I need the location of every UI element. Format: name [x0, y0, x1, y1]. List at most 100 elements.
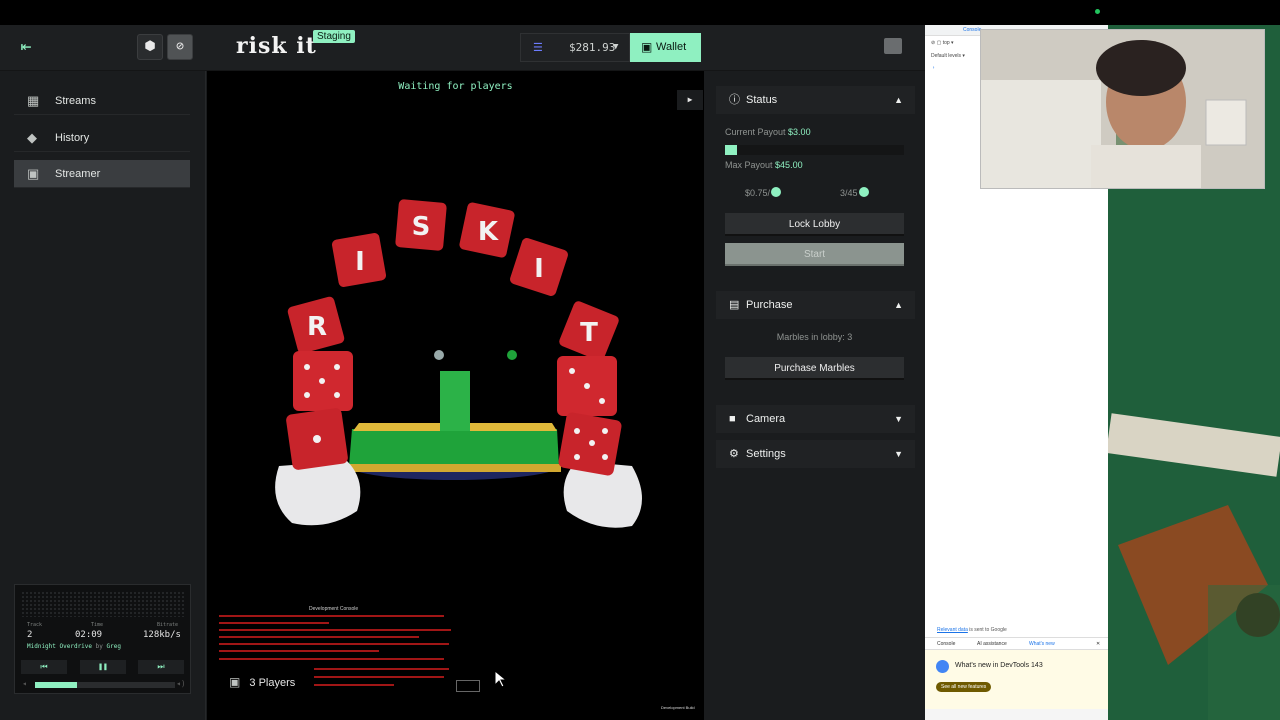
privacy-text: is sent to Google — [969, 627, 1007, 633]
banner-letter: R — [307, 312, 327, 342]
chevron-down-icon: ▼ — [613, 42, 619, 52]
app-header: ⇤ ⬢ ⊘ risk it Staging ☰ $281.93 ▼ ▣ Wall… — [0, 25, 925, 71]
banner-letter: T — [580, 318, 598, 348]
artist-name: Greg — [106, 643, 121, 650]
purchase-marbles-button[interactable]: Purchase Marbles — [725, 357, 904, 380]
game-viewport[interactable]: Waiting for players ▶ R I S K I T Develo… — [207, 71, 704, 720]
status-section-header[interactable]: ⓘ Status ▲ — [716, 86, 915, 114]
drawer-tab-whats-new[interactable]: What's new — [1029, 641, 1055, 647]
chevron-down-icon: ▼ — [894, 449, 903, 459]
marble-price: $0.75/ — [745, 187, 782, 198]
privacy-notice: Relevant data is sent to Google — [937, 627, 1007, 633]
chrome-devtools-icon — [936, 660, 949, 673]
app-logo[interactable]: risk it — [236, 33, 317, 59]
start-button[interactable]: Start — [725, 243, 904, 266]
status-title: Status — [746, 94, 778, 106]
dice-mode-icon[interactable]: ⬢ — [137, 34, 163, 60]
levels-label: Default levels — [931, 53, 962, 59]
stream-mode-icon[interactable]: ⊘ — [167, 34, 193, 60]
banner-letter: I — [355, 247, 365, 277]
volume-high-icon: ◂) — [176, 679, 186, 688]
devtools-bottom-bar — [925, 709, 1108, 720]
track-value: 2 — [27, 630, 33, 640]
drawer-tabs: Console AI assistance What's new ✕ — [925, 638, 1108, 650]
chevron-up-icon: ▲ — [894, 300, 903, 310]
context-selector[interactable]: ⊘ ▢ top ▾ — [931, 40, 954, 46]
console-controls[interactable] — [456, 680, 480, 692]
volume-slider[interactable] — [35, 682, 175, 688]
music-player: Track Time Bitrate 2 02:09 128kb/s Midni… — [14, 584, 191, 694]
marble-price-text: $0.75/ — [745, 188, 771, 198]
wallet-button[interactable]: ▣ Wallet — [630, 33, 701, 62]
riskit-app: ⇤ ⬢ ⊘ risk it Staging ☰ $281.93 ▼ ▣ Wall… — [0, 25, 925, 720]
sidebar-item-label: Streamer — [55, 168, 101, 180]
sidebar-item-label: History — [55, 132, 90, 144]
volume-low-icon: ◂ — [22, 679, 27, 688]
sidebar-item-streams[interactable]: ▦ Streams — [14, 87, 190, 115]
marble-count-text: 3/45 — [840, 188, 858, 198]
next-track-icon[interactable]: ⏭ — [138, 660, 184, 674]
marbles-in-lobby: Marbles in lobby: 3 — [776, 332, 853, 342]
console-prompt-icon: › — [932, 65, 936, 71]
context-value: top — [942, 40, 950, 46]
see-features-button[interactable]: See all new features — [936, 682, 992, 692]
wallet-label: Wallet — [656, 41, 687, 53]
drawer-tab-ai[interactable]: AI assistance — [977, 641, 1007, 647]
current-payout: Current Payout $3.00 — [725, 127, 811, 137]
streams-icon: ▦ — [27, 93, 40, 108]
volume-fill — [35, 682, 77, 688]
devtools-drawer: Console AI assistance What's new ✕ What'… — [925, 637, 1108, 720]
bitrate-value: 128kb/s — [143, 630, 181, 640]
sidebar: ▦ Streams ◆ History ▣ Streamer Track Tim… — [0, 71, 206, 720]
purchase-title: Purchase — [746, 299, 793, 311]
marble-icon — [858, 187, 869, 197]
previous-track-icon[interactable]: ⏮ — [21, 660, 67, 674]
camera-icon: ■ — [729, 413, 736, 425]
close-icon[interactable]: ✕ — [1096, 641, 1100, 647]
lock-lobby-button[interactable]: Lock Lobby — [725, 213, 904, 236]
wallet-icon: ▣ — [641, 40, 653, 54]
info-icon: ⓘ — [729, 94, 740, 106]
camera-section-header[interactable]: ■ Camera ▼ — [716, 405, 915, 433]
pause-icon[interactable]: ❚❚ — [80, 660, 126, 674]
devtools-tab-console[interactable]: Console — [963, 27, 981, 33]
dev-console-title: Development Console — [309, 606, 359, 612]
settings-title: Settings — [746, 448, 786, 460]
marble-icon — [771, 187, 782, 197]
control-panel: ⓘ Status ▲ Current Payout $3.00 Max Payo… — [705, 71, 925, 720]
webcam-pip-scene — [981, 30, 1264, 188]
banner-letter: S — [412, 212, 431, 242]
relevant-data-link[interactable]: Relevant data — [937, 627, 968, 633]
sidebar-item-history[interactable]: ◆ History — [14, 124, 190, 152]
time-value: 02:09 — [75, 630, 103, 640]
chevron-down-icon: ▼ — [894, 414, 903, 424]
visualizer — [21, 591, 185, 617]
banner-letter: K — [478, 217, 499, 247]
solana-icon: ☰ — [533, 41, 543, 54]
player-count: ▣ 3 Players — [229, 675, 295, 689]
purchase-section-header[interactable]: ▤ Purchase ▲ — [716, 291, 915, 319]
balance-dropdown[interactable]: ☰ $281.93 ▼ — [520, 33, 630, 62]
time-label: Time — [91, 622, 104, 628]
max-payout-value: $45.00 — [775, 160, 803, 170]
mouse-cursor-icon — [494, 670, 508, 688]
drawer-tab-console[interactable]: Console — [937, 641, 955, 647]
dev-build-label: Development Build — [661, 705, 695, 710]
banner-letter: I — [534, 254, 544, 284]
current-payout-label: Current Payout — [725, 127, 786, 137]
collapse-sidebar-icon[interactable]: ⇤ — [14, 37, 38, 57]
levels-dropdown[interactable]: Default levels ▾ — [931, 53, 965, 59]
cart-icon: ▤ — [729, 299, 740, 311]
gamepad-icon: ▣ — [229, 675, 241, 689]
sidebar-item-streamer[interactable]: ▣ Streamer — [14, 160, 190, 188]
max-payout-label: Max Payout — [725, 160, 773, 170]
top-strip — [0, 0, 1280, 25]
settings-section-header[interactable]: ⚙ Settings ▼ — [716, 440, 915, 468]
environment-badge: Staging — [313, 30, 355, 43]
payout-progress-fill — [725, 145, 737, 155]
recording-indicator — [1095, 9, 1100, 14]
history-icon: ◆ — [27, 130, 37, 145]
chevron-up-icon: ▲ — [894, 95, 903, 105]
chat-icon[interactable] — [884, 38, 902, 54]
whats-new-title: What's new in DevTools 143 — [955, 662, 1043, 669]
